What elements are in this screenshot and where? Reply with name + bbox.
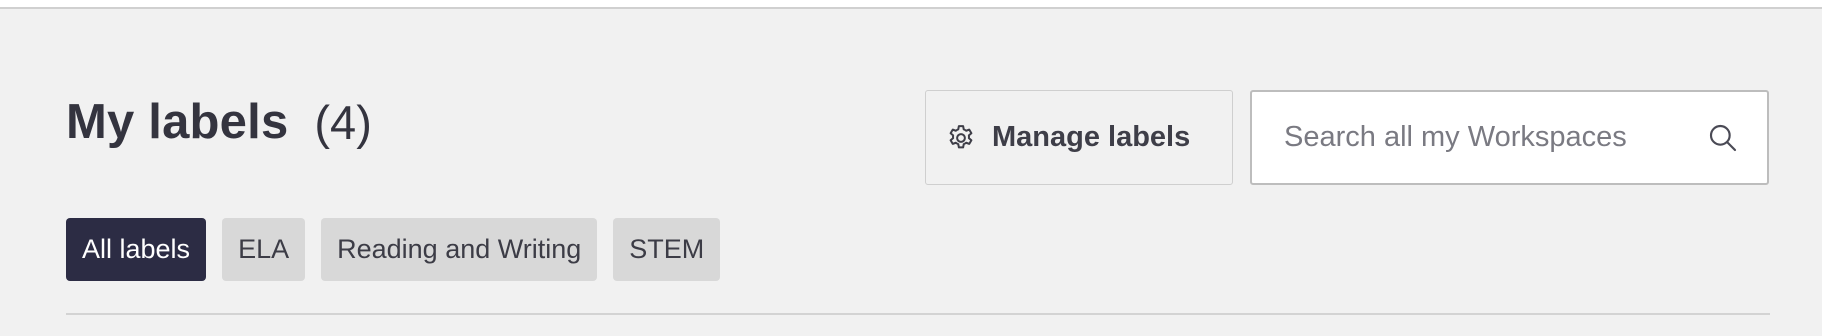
- section-divider: [66, 313, 1770, 315]
- filter-chip-all-labels[interactable]: All labels: [66, 218, 207, 281]
- manage-labels-button[interactable]: Manage labels: [925, 90, 1233, 185]
- search-icon[interactable]: [1705, 120, 1741, 156]
- label-filter-chips: All labels ELA Reading and Writing STEM: [66, 218, 721, 281]
- filter-chip-reading-and-writing[interactable]: Reading and Writing: [321, 218, 598, 281]
- gear-icon: [946, 123, 976, 153]
- top-divider: [0, 0, 1822, 9]
- label-count: (4): [314, 95, 372, 149]
- page-title-text: My labels: [66, 95, 289, 149]
- filter-chip-stem[interactable]: STEM: [613, 218, 721, 281]
- manage-labels-label: Manage labels: [992, 121, 1191, 153]
- page-title: My labels (4): [66, 92, 372, 152]
- search-input[interactable]: [1252, 106, 1686, 169]
- filter-chip-ela[interactable]: ELA: [222, 218, 306, 281]
- search-field[interactable]: [1250, 90, 1769, 185]
